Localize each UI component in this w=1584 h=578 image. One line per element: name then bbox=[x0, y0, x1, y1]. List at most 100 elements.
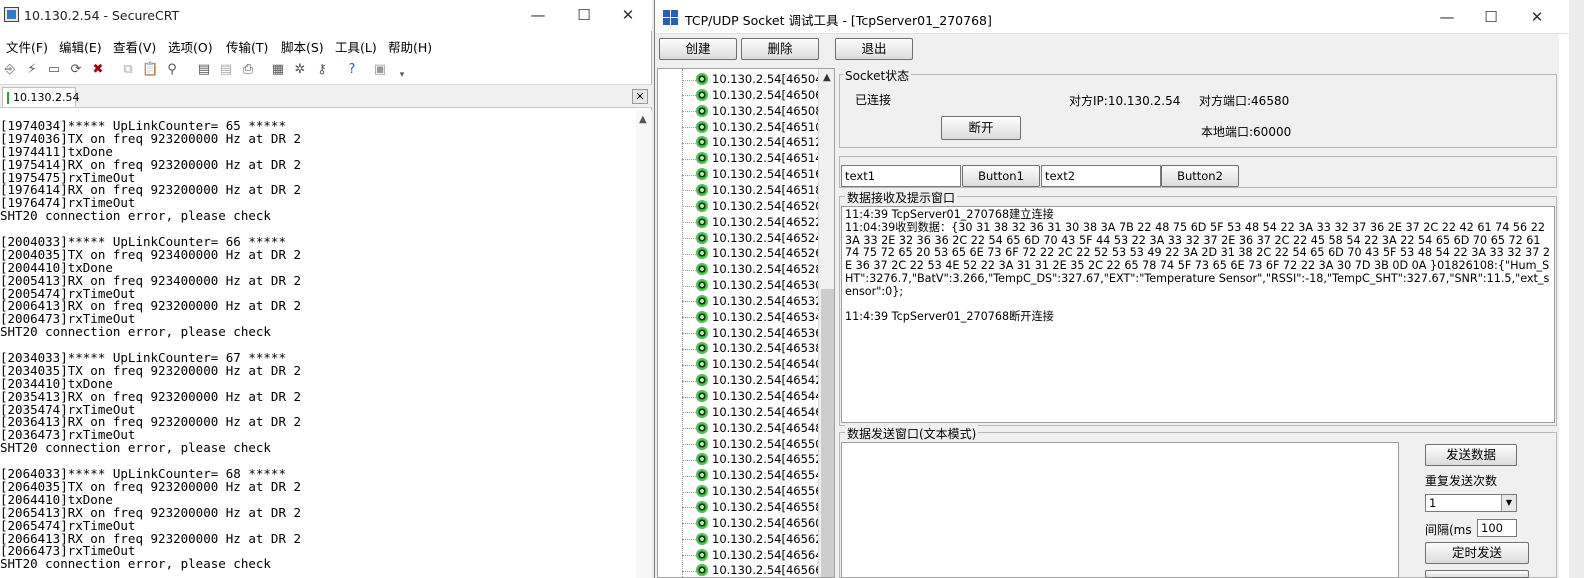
paste-icon[interactable]: 📋 bbox=[142, 62, 158, 78]
send-data-button[interactable]: 发送数据 bbox=[1425, 444, 1517, 466]
connection-item[interactable]: 10.130.2.54[46544] bbox=[696, 389, 827, 405]
repeat-count-select[interactable]: 1 ▼ bbox=[1425, 494, 1517, 512]
connect-tab-icon[interactable]: ▭ bbox=[46, 62, 62, 78]
scroll-up-icon[interactable]: ▲ bbox=[823, 72, 831, 83]
disconnect-icon[interactable]: ✖ bbox=[90, 62, 106, 78]
connection-label: 10.130.2.54[46520] bbox=[712, 198, 828, 213]
global-options-icon[interactable]: ✲ bbox=[292, 62, 308, 78]
menu-script[interactable]: 脚本(S) bbox=[281, 37, 324, 56]
session-tab[interactable]: 10.130.2.54 bbox=[2, 87, 79, 107]
button2[interactable]: Button2 bbox=[1161, 165, 1239, 187]
extra-send-button[interactable] bbox=[1425, 570, 1529, 578]
connection-item[interactable]: 10.130.2.54[46510] bbox=[696, 120, 827, 136]
maximize-button[interactable]: ☐ bbox=[570, 4, 598, 26]
connection-item[interactable]: 10.130.2.54[46518] bbox=[696, 183, 827, 199]
text1-input[interactable]: text1 bbox=[841, 165, 961, 187]
menu-options[interactable]: 选项(O) bbox=[168, 37, 213, 56]
connection-item[interactable]: 10.130.2.54[46512] bbox=[696, 135, 827, 151]
scroll-up-icon[interactable]: ▲ bbox=[639, 114, 647, 125]
receive-line: 11:04:39收到数据：{30 31 38 32 36 31 30 38 3A… bbox=[845, 220, 1551, 298]
connection-item[interactable]: 10.130.2.54[46522] bbox=[696, 215, 827, 231]
connection-item[interactable]: 10.130.2.54[46542] bbox=[696, 373, 827, 389]
menu-transfer[interactable]: 传输(T) bbox=[226, 37, 268, 56]
connection-item[interactable]: 10.130.2.54[46520] bbox=[696, 199, 827, 215]
close-button[interactable]: ✕ bbox=[1523, 6, 1551, 28]
connection-label: 10.130.2.54[46510] bbox=[712, 119, 828, 134]
connection-item[interactable]: 10.130.2.54[46536] bbox=[696, 326, 827, 342]
interval-label: 间隔(ms bbox=[1425, 523, 1472, 537]
connection-label: 10.130.2.54[46530] bbox=[712, 278, 828, 293]
terminal-scrollbar[interactable]: ▲ bbox=[636, 110, 652, 578]
minimize-button[interactable]: — bbox=[1433, 6, 1461, 28]
connection-item[interactable]: 10.130.2.54[46552] bbox=[696, 452, 827, 468]
button1[interactable]: Button1 bbox=[962, 165, 1040, 187]
help-icon[interactable]: ? bbox=[344, 62, 360, 78]
connection-item[interactable]: 10.130.2.54[46508] bbox=[696, 104, 827, 120]
connection-item[interactable]: 10.130.2.54[46566] bbox=[696, 563, 828, 578]
terminal-output[interactable]: [1974034]***** UpLinkCounter= 65 ***** [1… bbox=[0, 110, 636, 578]
connection-item[interactable]: 10.130.2.54[46506] bbox=[696, 88, 827, 104]
connect-icon[interactable]: ⎆ bbox=[2, 62, 18, 78]
connection-tree[interactable]: 10.130.2.54[46504] 10.130.2.54[46506] 10.1… bbox=[657, 68, 835, 578]
delete-button[interactable]: 删除 bbox=[741, 38, 819, 60]
minimize-button[interactable]: — bbox=[524, 4, 552, 26]
connection-item[interactable]: 10.130.2.54[46528] bbox=[696, 262, 827, 278]
connection-item[interactable]: 10.130.2.54[46530] bbox=[696, 278, 827, 294]
menu-file[interactable]: 文件(F) bbox=[6, 37, 48, 56]
connection-item[interactable]: 10.130.2.54[46504] bbox=[696, 72, 827, 88]
connection-node-icon bbox=[696, 564, 708, 577]
connection-item[interactable]: 10.130.2.54[46548] bbox=[696, 421, 827, 437]
menu-tools[interactable]: 工具(L) bbox=[335, 37, 377, 56]
connection-item[interactable]: 10.130.2.54[46560] bbox=[696, 516, 827, 532]
connection-item[interactable]: 10.130.2.54[46546] bbox=[696, 405, 827, 421]
disconnect-button[interactable]: 断开 bbox=[941, 116, 1021, 140]
connection-item[interactable]: 10.130.2.54[46564] bbox=[696, 548, 827, 564]
menu-view[interactable]: 查看(V) bbox=[113, 37, 156, 56]
keymap-icon[interactable]: ⚷ bbox=[314, 62, 330, 78]
maximize-button[interactable]: ☐ bbox=[1477, 6, 1505, 28]
exit-button[interactable]: 退出 bbox=[835, 38, 913, 60]
connection-item[interactable]: 10.130.2.54[46556] bbox=[696, 484, 827, 500]
interval-input[interactable]: 100 bbox=[1477, 519, 1517, 537]
connection-label: 10.130.2.54[46518] bbox=[712, 182, 828, 197]
connection-node-icon bbox=[696, 326, 708, 339]
menu-help[interactable]: 帮助(H) bbox=[388, 37, 432, 56]
terminal-line: SHT20 connection error, please check bbox=[0, 440, 271, 456]
menu-edit[interactable]: 编辑(E) bbox=[59, 37, 102, 56]
text2-input[interactable]: text2 bbox=[1041, 165, 1161, 187]
create-button[interactable]: 创建 bbox=[659, 38, 737, 60]
print-selection-icon[interactable]: ▤ bbox=[218, 62, 234, 78]
quick-connect-icon[interactable]: ⚡ bbox=[24, 62, 40, 78]
chevron-down-icon[interactable]: ▼ bbox=[1501, 495, 1516, 511]
connection-item[interactable]: 10.130.2.54[46554] bbox=[696, 468, 827, 484]
close-button[interactable]: ✕ bbox=[614, 4, 642, 26]
connection-item[interactable]: 10.130.2.54[46524] bbox=[696, 231, 827, 247]
find-icon[interactable]: ⚲ bbox=[164, 62, 180, 78]
connection-label: 10.130.2.54[46540] bbox=[712, 357, 828, 372]
connection-item[interactable]: 10.130.2.54[46558] bbox=[696, 500, 827, 516]
connection-item[interactable]: 10.130.2.54[46516] bbox=[696, 167, 827, 183]
connection-item[interactable]: 10.130.2.54[46550] bbox=[696, 437, 827, 453]
print-screen-icon[interactable]: ▤ bbox=[196, 62, 212, 78]
connection-item[interactable]: 10.130.2.54[46532] bbox=[696, 294, 827, 310]
connection-item[interactable]: 10.130.2.54[46526] bbox=[696, 246, 827, 262]
overflow-icon[interactable]: ▾ bbox=[394, 67, 410, 83]
connection-item[interactable]: 10.130.2.54[46534] bbox=[696, 310, 827, 326]
tab-close-icon[interactable]: ✕ bbox=[632, 89, 648, 104]
connection-label: 10.130.2.54[46566] bbox=[712, 563, 828, 578]
print-icon[interactable]: ⎙ bbox=[240, 62, 256, 78]
extra-icon[interactable]: ▣ bbox=[372, 62, 388, 78]
session-options-icon[interactable]: ▦ bbox=[270, 62, 286, 78]
connection-item[interactable]: 10.130.2.54[46538] bbox=[696, 341, 827, 357]
connection-item[interactable]: 10.130.2.54[46514] bbox=[696, 151, 827, 167]
timed-send-button[interactable]: 定时发送 bbox=[1425, 542, 1529, 564]
tree-scroll-thumb[interactable] bbox=[821, 289, 834, 577]
connection-label: 10.130.2.54[46538] bbox=[712, 341, 828, 356]
tree-scrollbar[interactable]: ▲ bbox=[818, 69, 834, 577]
reconnect-icon[interactable]: ⟳ bbox=[68, 62, 84, 78]
connection-item[interactable]: 10.130.2.54[46540] bbox=[696, 357, 827, 373]
send-textarea[interactable] bbox=[841, 442, 1399, 578]
receive-textarea[interactable]: 11:4:39 TcpServer01_270768建立连接 11:04:39收到… bbox=[841, 206, 1555, 423]
copy-icon[interactable]: ⧉ bbox=[120, 62, 136, 78]
connection-item[interactable]: 10.130.2.54[46562] bbox=[696, 532, 827, 548]
